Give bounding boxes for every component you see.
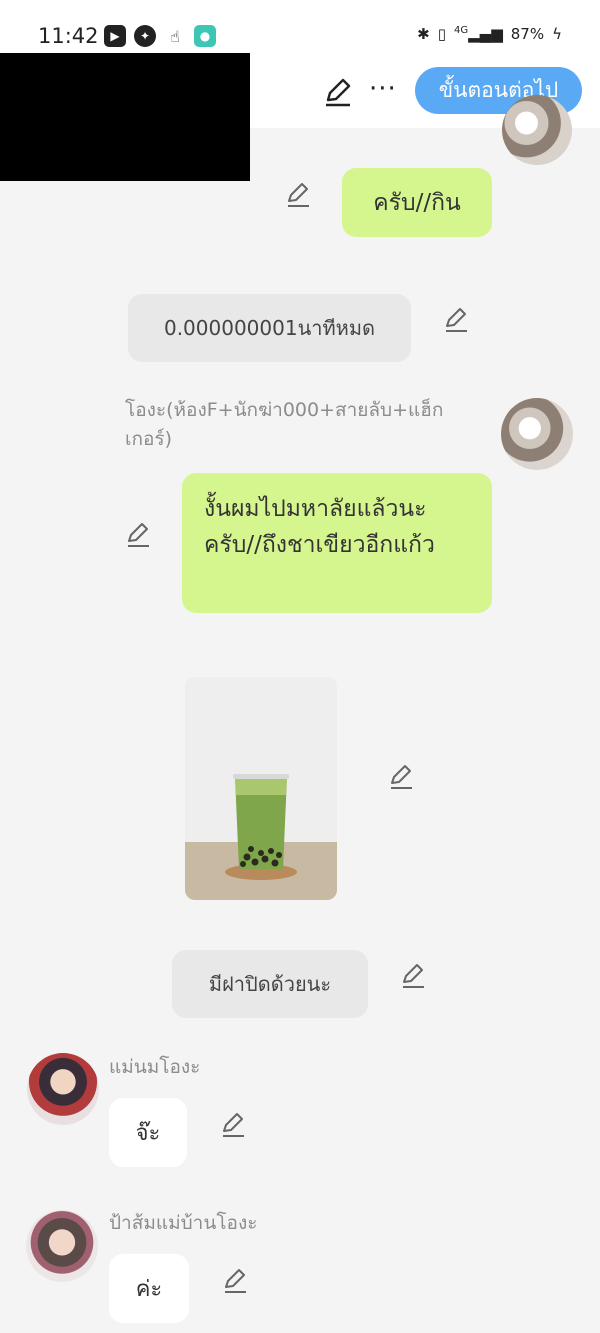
more-icon[interactable]: ··· [369,74,397,104]
edit-icon[interactable] [124,521,152,549]
battery-icon: ϟ [552,25,562,43]
edit-icon[interactable] [284,181,312,209]
edit-icon[interactable] [399,962,427,990]
avatar[interactable] [26,1210,98,1282]
sender-name: โองะ(ห้องF+นักฆ่า000+สายลับ+แฮ็กเกอร์) [125,399,444,450]
redacted-area [0,53,250,181]
narration-bubble[interactable]: 0.000000001นาทีหมด [128,294,411,362]
message-bubble[interactable]: งั้นผมไปมหาลัยแล้วนะครับ//ถึงชาเขียวอีกแ… [182,473,492,613]
message-bubble[interactable]: จ๊ะ [109,1098,187,1167]
notification-icons: ▶ ✦ ☝ ● [104,25,216,47]
edit-icon[interactable] [219,1111,247,1139]
message-text: งั้นผมไปมหาลัยแล้วนะครับ//ถึงชาเขียวอีกแ… [204,496,435,558]
edit-icon[interactable] [221,1267,249,1295]
touch-icon: ☝ [164,25,186,47]
message-bubble[interactable]: ค่ะ [109,1254,189,1323]
image-message[interactable] [185,677,337,900]
pen-icon[interactable] [322,76,354,108]
youtube-icon: ▶ [104,25,126,47]
messenger-icon: ✦ [134,25,156,47]
edit-icon[interactable] [387,763,415,791]
status-time: 11:42 [38,24,99,48]
bluetooth-icon: ✱ [417,25,430,43]
battery-level: 87% [510,25,545,43]
message-text: จ๊ะ [135,1121,161,1146]
sender-name: แม่นมโองะ [109,1056,201,1078]
message-text: ค่ะ [135,1277,163,1302]
avatar[interactable] [27,1053,99,1125]
message-bubble[interactable]: ครับ//กิน [342,168,492,237]
system-icons: ✱ ▯ 4G▂▄▆ 87% ϟ [417,25,562,43]
narration-text: มีฝาปิดด้วยนะ [208,972,332,996]
app-icon: ● [194,25,216,47]
narration-text: 0.000000001นาทีหมด [163,316,376,340]
status-bar: 11:42 ▶ ✦ ☝ ● ✱ ▯ 4G▂▄▆ 87% ϟ [0,0,600,56]
sender-name: ป้าส้มแม่บ้านโองะ [109,1212,258,1234]
vibrate-icon: ▯ [437,25,447,43]
avatar[interactable] [501,398,573,470]
matcha-drink-image [225,774,297,880]
signal-icon: 4G▂▄▆ [454,25,503,43]
edit-icon[interactable] [442,306,470,334]
narration-bubble[interactable]: มีฝาปิดด้วยนะ [172,950,368,1018]
avatar[interactable] [502,95,572,165]
message-text: ครับ//กิน [373,189,461,216]
